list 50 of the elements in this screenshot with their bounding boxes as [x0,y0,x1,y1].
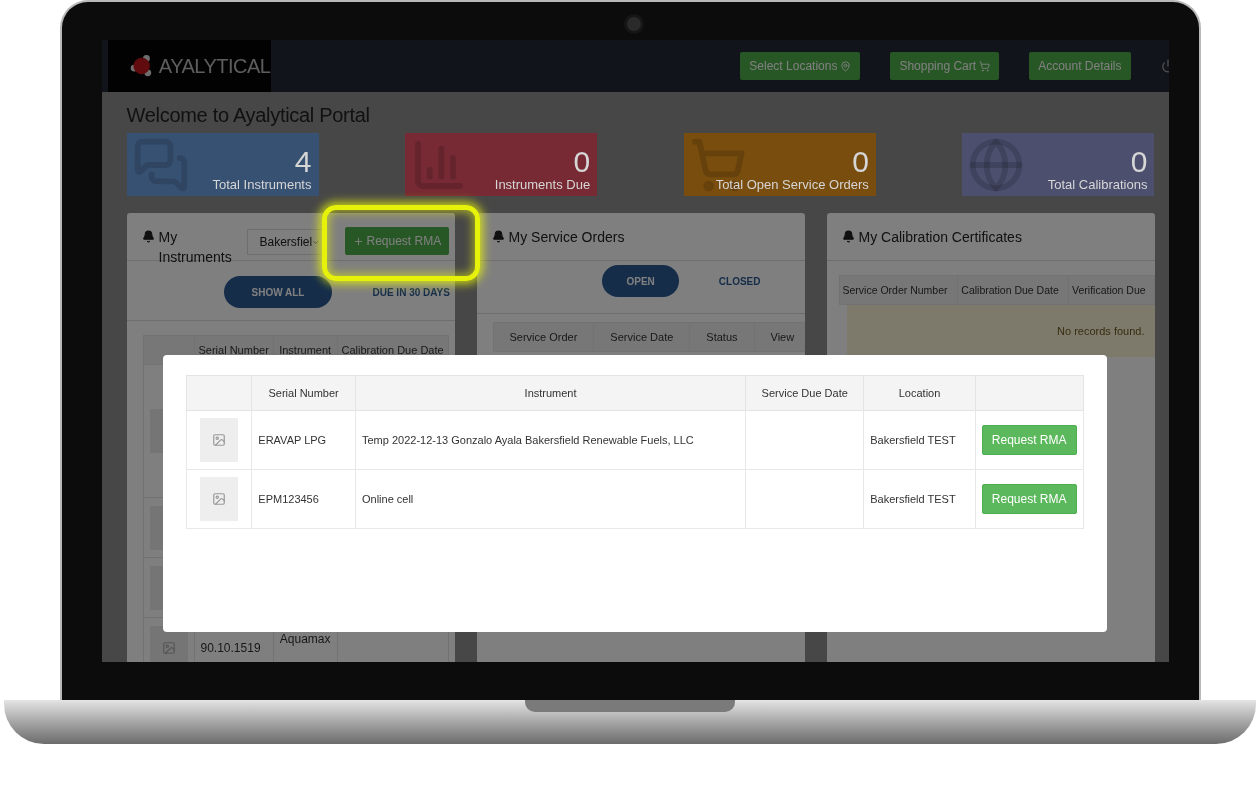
request-rma-button[interactable]: Request RMA [344,227,450,255]
bell-icon [841,230,855,243]
column-header: Verification Due [1068,275,1154,305]
column-header: Location [863,375,976,411]
stat-value: 4 [294,147,312,177]
camera-icon [623,14,644,34]
column-header: Instrument [355,375,746,411]
stat-label: Total Calibrations [1047,177,1148,192]
column-header: Serial Number [251,375,356,411]
bell-icon [141,230,155,243]
panel-title: My Calibration Certificates [858,228,1022,247]
status-tab[interactable]: OPEN [602,265,679,297]
stat-label: Total Instruments [212,177,312,192]
bell-icon [491,230,505,243]
column-header: Status [689,322,755,352]
nav-button[interactable]: Shopping Cart [890,52,1000,80]
table-cell: EPM123456 [251,469,356,529]
brand-name: AYALYTICAL [158,54,271,78]
nav-button[interactable]: Account Details [1029,52,1131,80]
filter-tab[interactable]: SHOW ALL [223,276,333,308]
table-cell: Online cell [355,469,746,529]
empty-message: No records found. [846,305,1155,357]
panel-title: My Service Orders [508,228,625,247]
stat-value: 0 [573,147,591,177]
status-tab[interactable]: CLOSED [694,265,785,297]
map-pin-icon [840,60,852,72]
nav-button[interactable]: Select Locations [740,52,861,80]
plus-icon [352,235,364,247]
cart-icon [979,60,991,72]
image-placeholder [199,477,238,521]
request-rma-button[interactable]: Request RMA [981,484,1077,514]
column-header: Service Date [593,322,690,352]
stat-value: 0 [1130,147,1148,177]
table-cell: Bakersfield TEST [863,469,976,529]
column-header: Calibration Due Date [957,275,1069,305]
column-header: Service Due Date [745,375,864,411]
stat-label: Instruments Due [494,177,591,192]
table-cell: Temp 2022-12-13 Gonzalo Ayala Bakersfield Renewable Fuels, LLC [355,410,746,470]
location-select[interactable]: Bakersfiel [246,229,325,255]
stat-value: 0 [852,147,869,177]
panel-title: My Instruments [158,228,233,267]
table-cell: Bakersfield TEST [863,410,976,470]
image-placeholder [199,418,238,462]
column-header: Service Order Number [839,275,958,305]
column-header: Service Order [493,322,594,352]
table-cell: ERAVAP LPG [251,410,356,470]
column-header: View [754,322,805,352]
request-rma-button[interactable]: Request RMA [981,425,1077,455]
filter-tab[interactable]: DUE IN 30 DAYS [344,276,455,308]
stat-label: Total Open Service Orders [715,177,869,192]
